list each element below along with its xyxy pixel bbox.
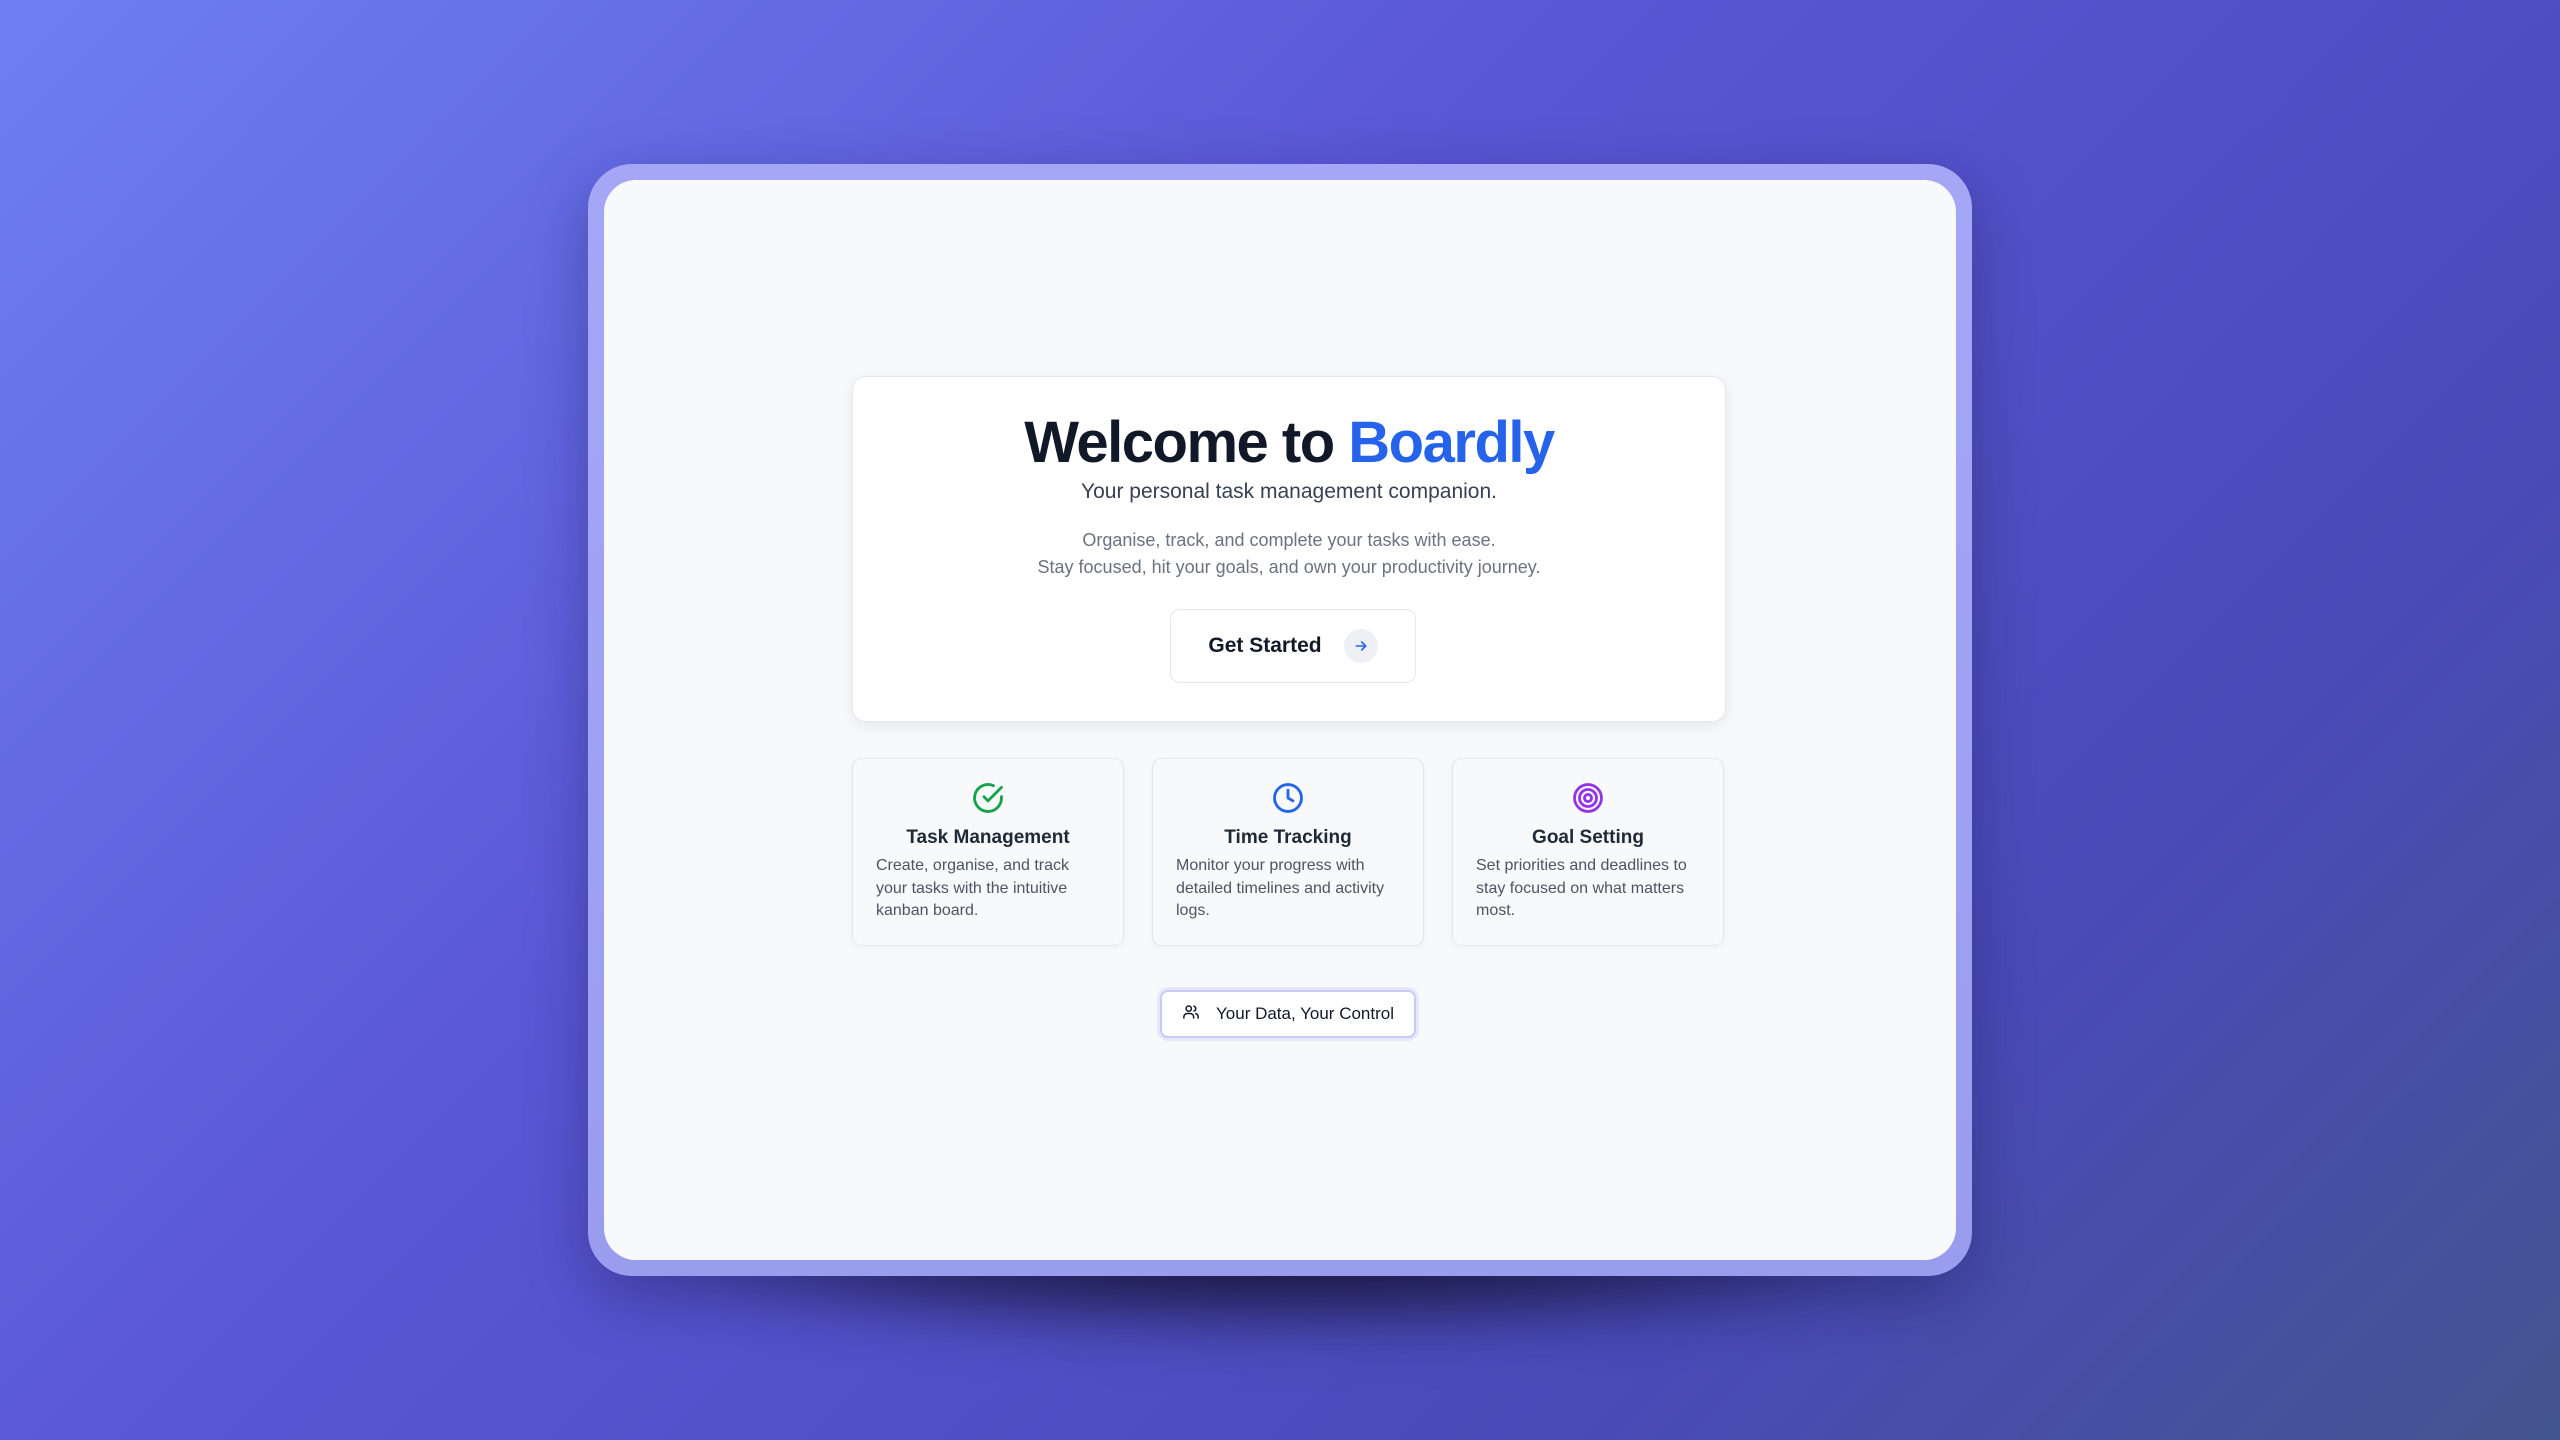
feature-description: Set priorities and deadlines to stay foc… [1476,857,1687,919]
feature-title: Time Tracking [1224,827,1352,848]
description: Organise, track, and complete your tasks… [853,527,1725,581]
description-line: Stay focused, hit your goals, and own yo… [1037,557,1541,577]
welcome-card: Welcome to Boardly Your personal task ma… [852,376,1726,722]
brand-name: Boardly [1348,410,1555,475]
feature-title: Goal Setting [1532,827,1644,848]
title-prefix: Welcome to [1024,410,1335,475]
check-circle-icon [853,781,1123,815]
feature-card-goal-setting: Goal Setting Set priorities and deadline… [1452,758,1724,946]
app-screen: Welcome to Boardly Your personal task ma… [604,180,1956,1260]
clock-icon [1153,781,1423,815]
feature-title: Task Management [906,827,1070,848]
feature-description: Create, organise, and track your tasks w… [876,857,1069,919]
tagline: Your personal task management companion. [1081,480,1497,503]
badge-label: Your Data, Your Control [1216,1004,1394,1023]
get-started-button[interactable]: Get Started [1170,609,1416,683]
get-started-label: Get Started [1208,634,1322,657]
feature-description: Monitor your progress with detailed time… [1176,857,1385,919]
data-control-badge[interactable]: Your Data, Your Control [1160,990,1416,1038]
users-icon [1182,1003,1200,1026]
description-line: Organise, track, and complete your tasks… [1082,530,1496,550]
feature-card-time-tracking: Time Tracking Monitor your progress with… [1152,758,1424,946]
target-icon [1453,781,1723,815]
arrow-right-icon [1343,629,1378,663]
page-title: Welcome to Boardly [853,407,1725,479]
feature-card-task-management: Task Management Create, organise, and tr… [852,758,1124,946]
